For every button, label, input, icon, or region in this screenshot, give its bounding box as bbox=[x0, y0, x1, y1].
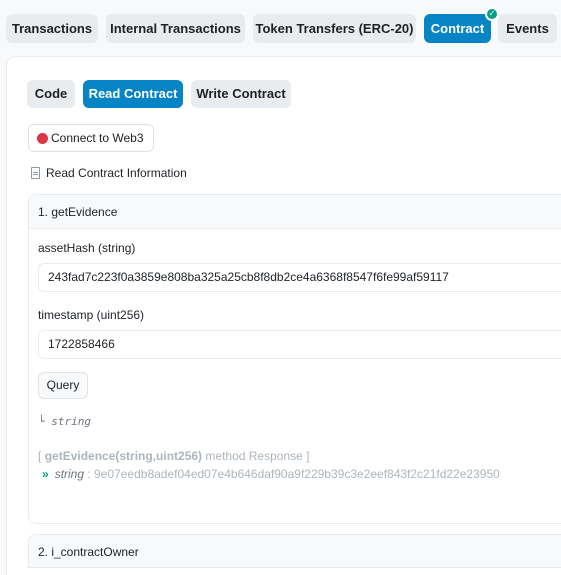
verified-check-icon: ✓ bbox=[485, 7, 499, 21]
output-type-label: string bbox=[51, 415, 91, 428]
param-label-assethash: assetHash (string) bbox=[38, 241, 136, 255]
timestamp-input[interactable]: 1722858466 bbox=[38, 330, 561, 359]
query-button[interactable]: Query bbox=[38, 372, 88, 399]
function-header-getevidence[interactable]: 1. getEvidence bbox=[29, 195, 561, 229]
response-type: string bbox=[54, 467, 85, 481]
output-type: └ string bbox=[38, 414, 91, 430]
connect-web3-label: Connect to Web3 bbox=[51, 131, 144, 145]
subtab-write-contract[interactable]: Write Contract bbox=[191, 80, 291, 108]
response-bracket: [ bbox=[38, 449, 42, 463]
double-chevron-right-icon: » bbox=[42, 467, 49, 481]
tab-events[interactable]: Events bbox=[498, 14, 557, 43]
param-label-timestamp: timestamp (uint256) bbox=[38, 308, 145, 322]
disconnected-status-icon bbox=[37, 133, 48, 144]
response-suffix: method Response ] bbox=[205, 449, 310, 463]
function-header-i-contractowner[interactable]: 2. i_contractOwner bbox=[28, 534, 561, 568]
response-value: 9e07eedb8adef04ed07e4b646daf90a9f229b39c… bbox=[94, 467, 500, 481]
subtab-code[interactable]: Code bbox=[27, 80, 75, 108]
tab-contract[interactable]: Contract bbox=[424, 14, 491, 43]
response-header: [ getEvidence(string,uint256) method Res… bbox=[38, 448, 309, 464]
tab-token-transfers[interactable]: Token Transfers (ERC-20) bbox=[253, 14, 416, 43]
read-contract-info: Read Contract Information bbox=[30, 164, 187, 182]
response-separator: : bbox=[87, 467, 91, 481]
connect-web3-button[interactable]: Connect to Web3 bbox=[28, 124, 154, 152]
output-branch-icon: └ bbox=[38, 415, 52, 428]
response-row: » string : 9e07eedb8adef04ed07e4b646daf90… bbox=[42, 466, 500, 482]
subtab-read-contract[interactable]: Read Contract bbox=[83, 80, 183, 108]
assethash-input[interactable]: 243fad7c223f0a3859e808ba325a25cb8f8db2ce… bbox=[38, 263, 561, 292]
tab-internal-transactions[interactable]: Internal Transactions bbox=[106, 14, 245, 43]
top-tab-bar: Transactions Internal Transactions Token… bbox=[0, 0, 561, 56]
tab-transactions[interactable]: Transactions bbox=[6, 14, 98, 43]
read-contract-info-label: Read Contract Information bbox=[46, 166, 187, 180]
response-method: getEvidence(string,uint256) bbox=[44, 449, 203, 463]
document-icon bbox=[31, 167, 40, 179]
